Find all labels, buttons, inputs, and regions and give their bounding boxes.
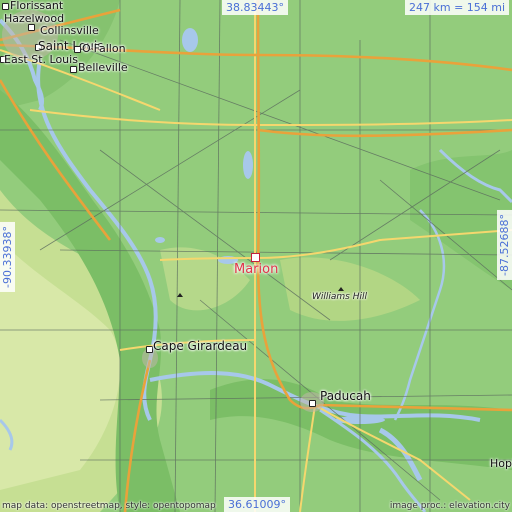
scale-bar-label: 247 km = 154 mi: [405, 0, 510, 15]
collinsville-marker: [28, 24, 35, 31]
place-hazelwood: Hazelwood: [4, 12, 65, 25]
coord-top: 38.83443°: [222, 0, 288, 15]
place-cape-girardeau: Cape Girardeau: [153, 339, 248, 353]
florissant-marker: [2, 3, 9, 10]
place-hopkinsville: Hopk: [490, 457, 512, 470]
paducah-marker: [309, 400, 316, 407]
feature-williams-hill: Williams Hill: [312, 292, 368, 302]
ofallon-marker: [74, 46, 81, 53]
attribution-right: image proc.: elevation.city: [389, 501, 510, 511]
place-marion[interactable]: Marion: [234, 263, 278, 276]
coord-left: -90.33938°: [0, 222, 15, 292]
attribution-left: map data: openstreetmap, style: opentopo…: [2, 501, 216, 511]
place-east-st-louis: East St. Louis: [4, 53, 78, 66]
place-belleville: Belleville: [78, 61, 128, 74]
place-paducah: Paducah: [320, 389, 371, 403]
topographic-map[interactable]: Florissant Hazelwood Collinsville Saint …: [0, 0, 512, 512]
place-collinsville: Collinsville: [40, 24, 99, 37]
belleville-marker: [70, 66, 77, 73]
marion-marker[interactable]: [251, 253, 260, 262]
place-florissant: Florissant: [10, 0, 64, 12]
coord-bottom: 36.61009°: [224, 497, 290, 512]
coord-right: -87.52688°: [497, 210, 512, 280]
peak-icon: [338, 287, 344, 291]
peak-icon-2: [177, 293, 183, 297]
place-ofallon: O'Fallon: [82, 42, 126, 55]
cape-girardeau-marker: [146, 346, 153, 353]
